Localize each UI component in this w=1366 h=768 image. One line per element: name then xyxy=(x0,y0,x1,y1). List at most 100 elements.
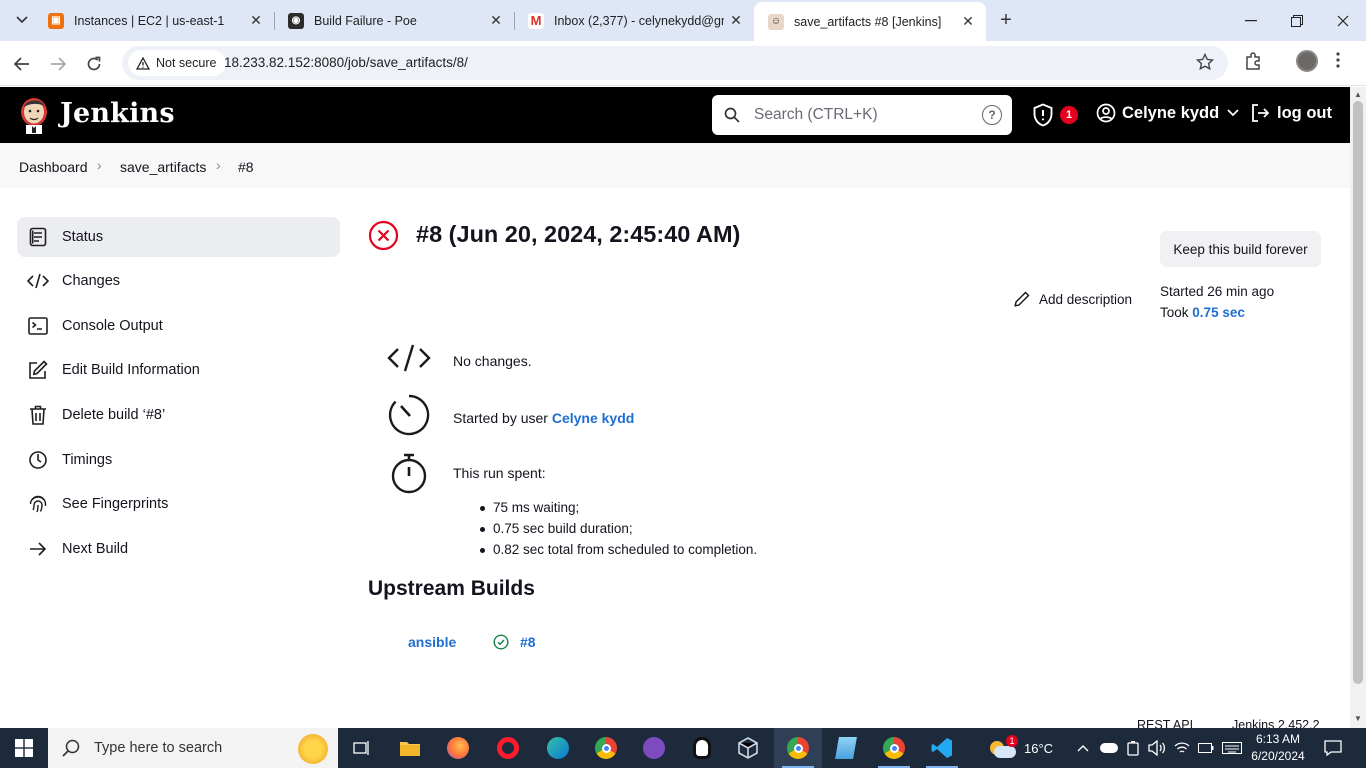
chrome-active-icon[interactable] xyxy=(774,728,822,768)
started-by-prefix: Started by user xyxy=(453,410,548,426)
tab-ec2[interactable]: ▣ Instances | EC2 | us-east-1 ✕ xyxy=(34,0,274,41)
security-indicator[interactable]: Not secure xyxy=(128,50,227,76)
build-duration-link[interactable]: 0.75 sec xyxy=(1192,305,1245,320)
jenkins-version-link[interactable]: Jenkins 2.452.2 xyxy=(1232,718,1320,728)
firefox-icon[interactable] xyxy=(434,728,482,768)
edge-icon[interactable] xyxy=(534,728,582,768)
tab-search-chevron-down-icon[interactable] xyxy=(8,8,36,32)
vscode-icon[interactable] xyxy=(918,728,966,768)
virtualbox-icon[interactable] xyxy=(724,728,772,768)
user-menu[interactable]: Celyne kydd xyxy=(1096,103,1239,123)
aws-icon: ▣ xyxy=(48,12,64,29)
github-desktop-icon[interactable] xyxy=(630,728,678,768)
jenkins-title[interactable]: Jenkins xyxy=(60,98,175,129)
sidebar-item-changes[interactable]: Changes xyxy=(17,261,340,301)
forward-button[interactable] xyxy=(43,49,73,79)
battery-icon[interactable] xyxy=(1198,728,1214,768)
weather-widget[interactable]: 1 16°C xyxy=(988,728,1053,768)
keyboard-icon[interactable] xyxy=(1222,728,1242,768)
sidebar-item-timings[interactable]: Timings xyxy=(17,440,340,480)
jenkins-logo-icon[interactable] xyxy=(18,95,50,135)
build-failed-icon xyxy=(368,220,399,251)
help-icon[interactable]: ? xyxy=(982,105,1002,125)
breadcrumb-job[interactable]: save_artifacts xyxy=(120,159,206,175)
rest-api-link[interactable]: REST API xyxy=(1137,718,1193,728)
sidebar-item-label: See Fingerprints xyxy=(62,496,169,512)
wifi-icon[interactable] xyxy=(1174,728,1190,768)
sidebar-item-delete-build[interactable]: Delete build ‘#8’ xyxy=(17,395,340,435)
sidebar-item-edit-build-information[interactable]: Edit Build Information xyxy=(17,350,340,390)
upstream-job-link[interactable]: ansible xyxy=(408,634,456,650)
scrollbar-thumb[interactable] xyxy=(1353,101,1363,684)
search-box[interactable]: Search (CTRL+K) ? xyxy=(712,95,1012,135)
tab-gmail[interactable]: M Inbox (2,377) - celynekydd@gm ✕ xyxy=(514,0,754,41)
breadcrumb-dashboard[interactable]: Dashboard xyxy=(19,159,88,175)
user-icon xyxy=(1096,103,1116,123)
url-text[interactable]: 18.233.82.152:8080/job/save_artifacts/8/ xyxy=(224,55,468,70)
chrome-profile-icon[interactable] xyxy=(870,728,918,768)
restore-button[interactable] xyxy=(1274,0,1320,41)
notepad-icon[interactable] xyxy=(822,728,870,768)
tray-chevron-up-icon[interactable] xyxy=(1077,728,1089,768)
started-by-user-link[interactable]: Celyne kydd xyxy=(552,410,634,426)
close-tab-icon[interactable]: ✕ xyxy=(956,13,980,30)
volume-icon[interactable] xyxy=(1148,728,1166,768)
scroll-up-icon[interactable]: ▲ xyxy=(1354,90,1362,99)
minimize-button[interactable] xyxy=(1228,0,1274,41)
search-input[interactable]: Search (CTRL+K) xyxy=(754,106,878,124)
browser-toolbar: Not secure 18.233.82.152:8080/job/save_a… xyxy=(0,41,1366,86)
sidebar-item-status[interactable]: Status xyxy=(17,217,340,257)
system-clock[interactable]: 6:13 AM 6/20/2024 xyxy=(1245,731,1311,765)
chrome-icon[interactable] xyxy=(582,728,630,768)
tab-poe[interactable]: ◉ Build Failure - Poe ✕ xyxy=(274,0,514,41)
build-duration-text: Took 0.75 sec xyxy=(1160,305,1245,320)
logout-label: log out xyxy=(1277,103,1332,122)
logout-button[interactable]: log out xyxy=(1250,103,1332,123)
reload-button[interactable] xyxy=(79,49,109,79)
started-by-clock-icon xyxy=(386,392,432,438)
profile-avatar[interactable] xyxy=(1296,50,1318,72)
changes-summary: No changes. xyxy=(453,353,532,369)
logout-icon xyxy=(1252,104,1270,122)
back-button[interactable] xyxy=(7,49,37,79)
keep-build-forever-button[interactable]: Keep this build forever xyxy=(1160,231,1321,267)
battery-saver-icon[interactable] xyxy=(1126,728,1140,768)
page-scrollbar[interactable]: ▲ ▼ xyxy=(1350,87,1366,728)
notifications-icon[interactable] xyxy=(1324,728,1342,768)
address-bar[interactable]: Not secure 18.233.82.152:8080/job/save_a… xyxy=(122,46,1228,80)
browser-menu-icon[interactable] xyxy=(1336,51,1340,74)
tab-jenkins[interactable]: ☺ save_artifacts #8 [Jenkins] ✕ xyxy=(754,2,986,41)
extensions-puzzle-icon[interactable] xyxy=(1244,51,1264,76)
close-tab-icon[interactable]: ✕ xyxy=(244,12,268,29)
browser-tab-strip: ▣ Instances | EC2 | us-east-1 ✕ ◉ Build … xyxy=(0,0,1366,41)
close-tab-icon[interactable]: ✕ xyxy=(484,12,508,29)
windows-taskbar: Type here to search 1 16°C 6:13 AM 6/20/… xyxy=(0,728,1366,768)
security-shield-icon[interactable] xyxy=(1032,103,1054,127)
start-button[interactable] xyxy=(0,728,48,768)
arrow-right-icon xyxy=(27,538,49,560)
sidebar-item-next-build[interactable]: Next Build xyxy=(17,529,340,569)
sidebar-item-label: Edit Build Information xyxy=(62,362,200,378)
sidebar-item-label: Delete build ‘#8’ xyxy=(62,407,166,423)
close-window-button[interactable] xyxy=(1320,0,1366,41)
list-item: 0.75 sec build duration; xyxy=(479,521,757,542)
sidebar-item-console-output[interactable]: Console Output xyxy=(17,306,340,346)
opera-icon[interactable] xyxy=(484,728,532,768)
security-count-badge[interactable]: 1 xyxy=(1060,106,1078,124)
breadcrumb: Dashboard › save_artifacts › #8 xyxy=(0,143,1350,188)
penguin-app-icon[interactable] xyxy=(678,728,726,768)
add-description-button[interactable]: Add description xyxy=(1014,291,1132,307)
onedrive-cloud-icon[interactable] xyxy=(1100,728,1118,768)
close-tab-icon[interactable]: ✕ xyxy=(724,12,748,29)
upstream-build-link[interactable]: #8 xyxy=(520,634,536,650)
file-explorer-icon[interactable] xyxy=(386,728,434,768)
bookmark-star-icon[interactable] xyxy=(1195,52,1215,76)
task-view-icon[interactable] xyxy=(338,728,386,768)
taskbar-search-box[interactable]: Type here to search xyxy=(48,728,338,768)
scroll-down-icon[interactable]: ▼ xyxy=(1354,714,1362,723)
status-icon xyxy=(27,226,49,248)
new-tab-button[interactable]: + xyxy=(992,8,1020,32)
sidebar-item-see-fingerprints[interactable]: See Fingerprints xyxy=(17,484,340,524)
breadcrumb-build[interactable]: #8 xyxy=(238,159,254,175)
sidebar-item-label: Status xyxy=(62,229,104,245)
